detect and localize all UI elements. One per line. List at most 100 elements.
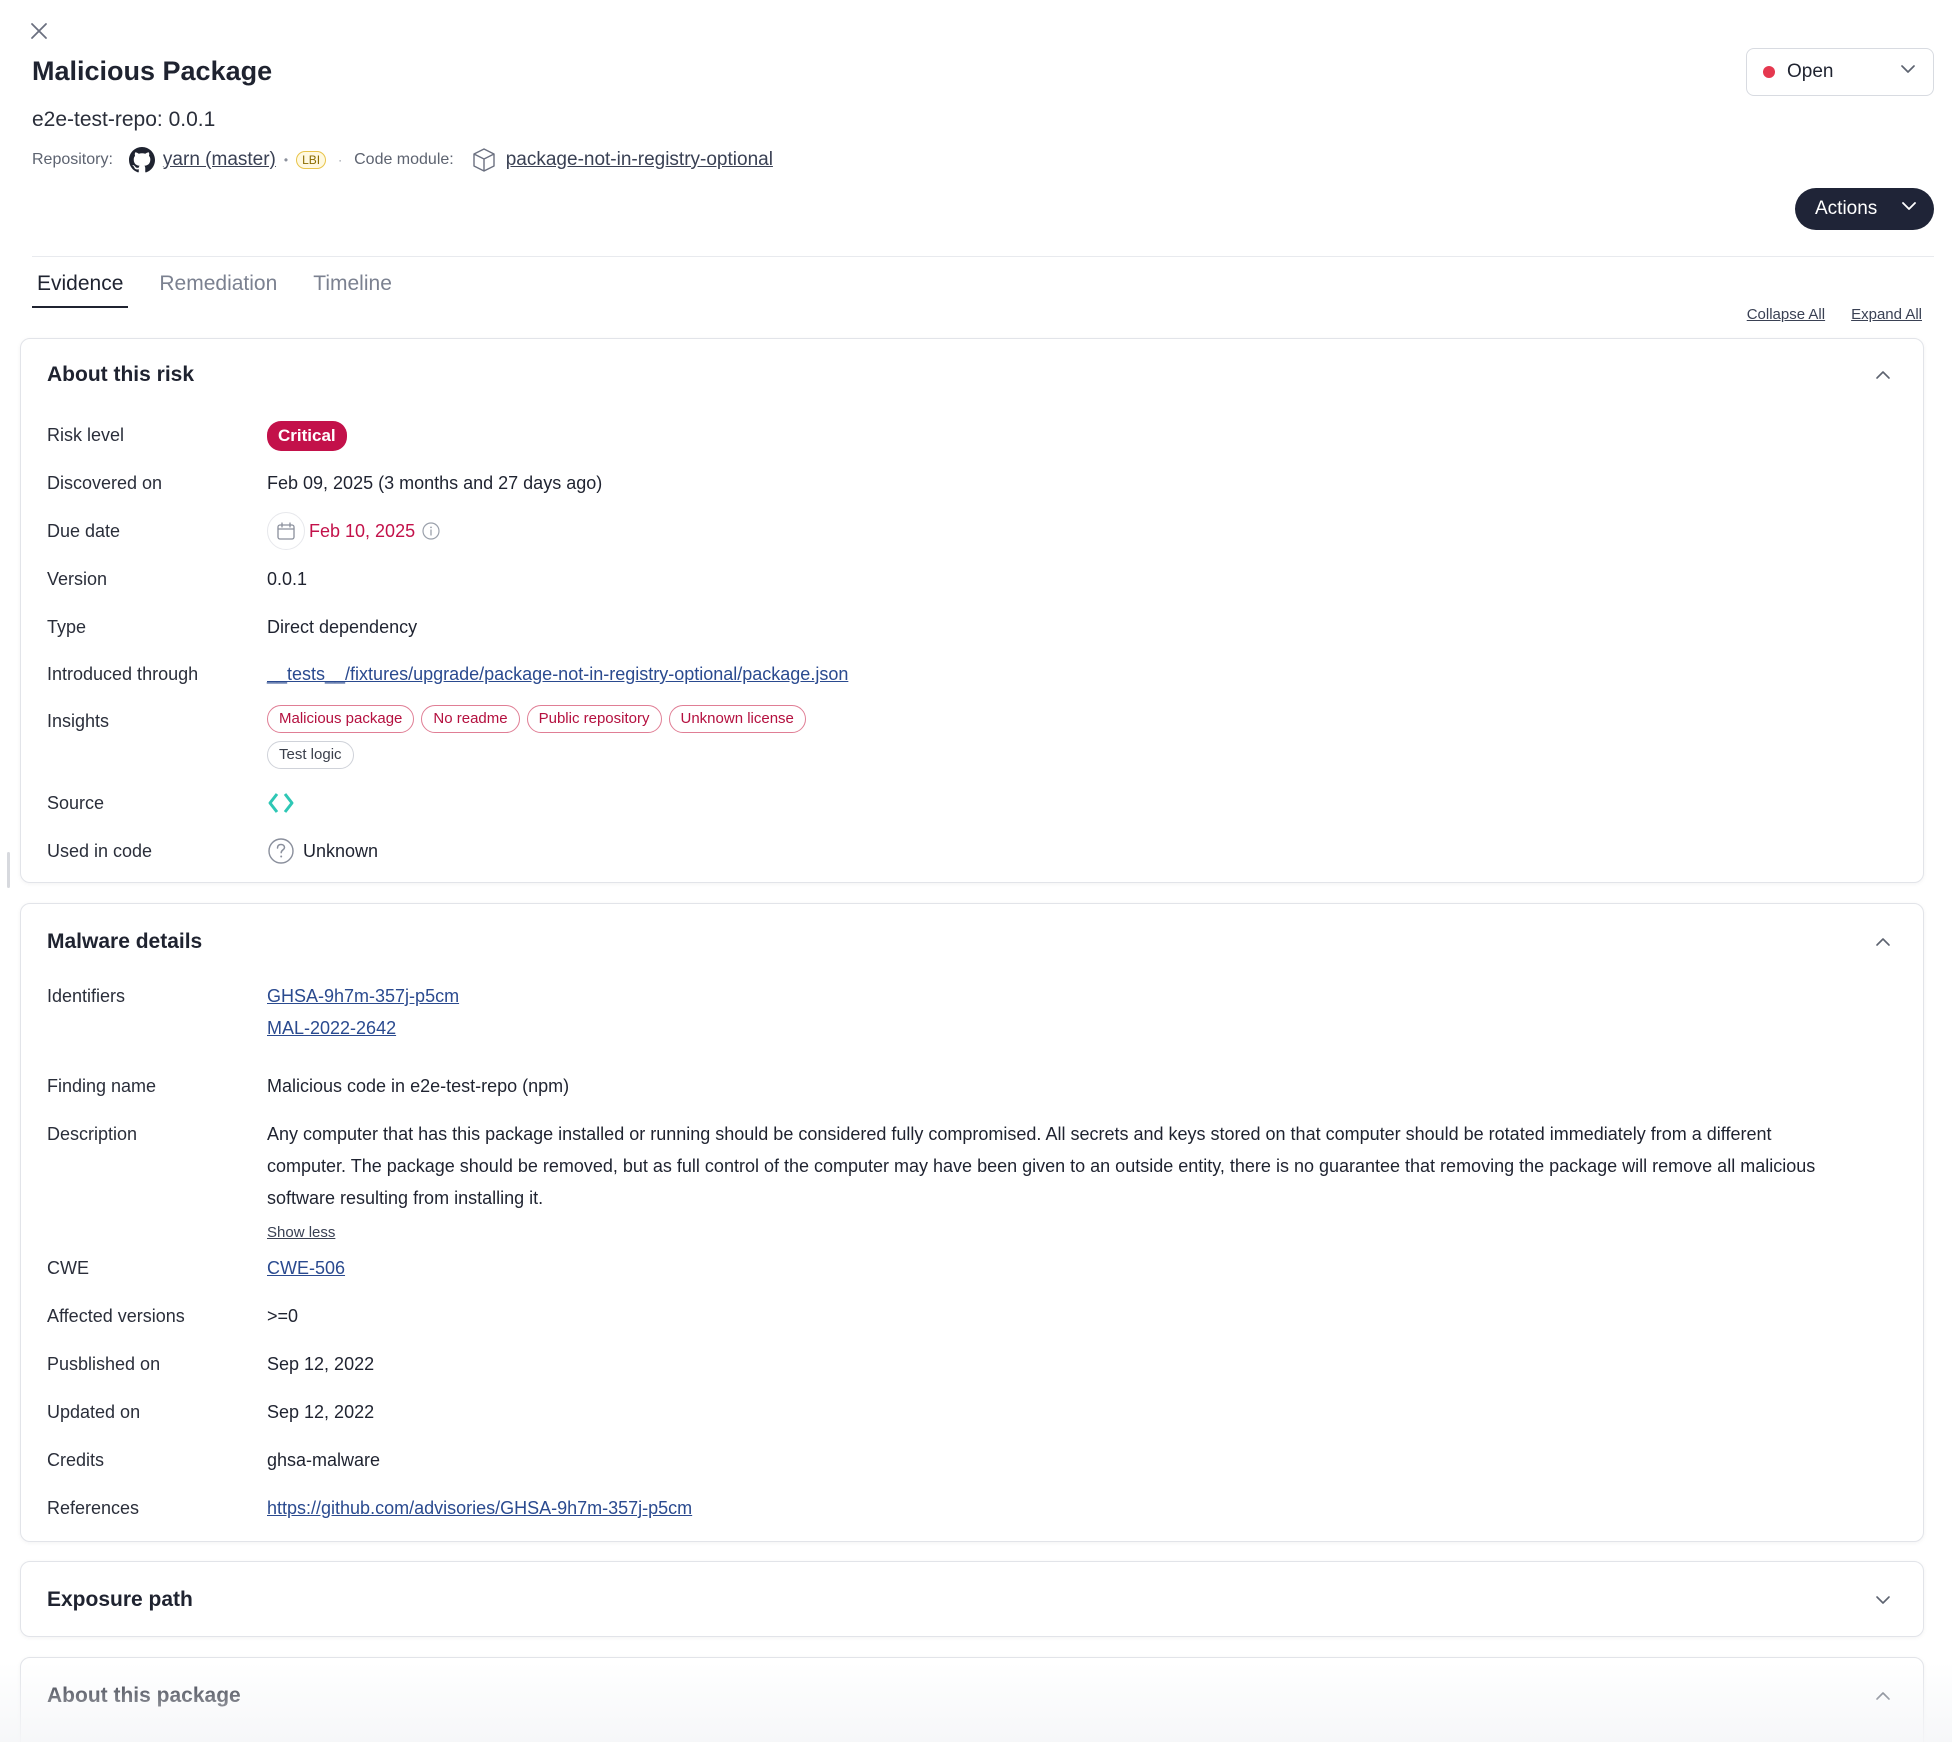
published-label: Pusblished on [47,1354,161,1374]
version-row: Version 0.0.1 [21,555,1923,603]
page-subtitle: e2e-test-repo: 0.0.1 [32,108,216,131]
credits-row: Credits ghsa-malware [21,1436,1923,1484]
repository-label: Repository: [32,151,113,168]
close-icon[interactable] [26,18,52,44]
version-label: Version [47,569,108,589]
insights-tags-line2: Test logic [267,741,1897,777]
source-label: Source [47,793,105,813]
exposure-path-title: Exposure path [47,1588,193,1611]
updated-label: Updated on [47,1402,141,1422]
used-in-code-label: Used in code [47,841,153,861]
question-circle-icon [267,837,295,865]
about-risk-header[interactable]: About this risk [21,339,1923,411]
critical-badge: Critical [267,421,347,451]
about-risk-title: About this risk [47,363,195,386]
introduced-value: __tests__/fixtures/upgrade/package-not-i… [267,658,1897,690]
due-date-text: Feb 10, 2025 [309,521,416,541]
affected-versions-row: Affected versions >=0 [21,1292,1923,1340]
status-dropdown[interactable]: Open [1746,48,1934,96]
introduced-row: Introduced through __tests__/fixtures/up… [21,651,1923,697]
risk-level-row: Risk level Critical [21,411,1923,459]
about-package-header[interactable]: About this package [21,1658,1923,1734]
code-module-label: Code module: [354,151,454,168]
type-label: Type [47,617,87,637]
show-less-link[interactable]: Show less [267,1224,335,1241]
insights-label: Insights [47,711,110,731]
version-value: 0.0.1 [267,569,308,589]
meta-row: Repository: yarn (master) • LBI · Code m… [32,146,773,174]
insights-row: Insights Malicious package No readme Publi… [21,697,1923,779]
exposure-path-card: Exposure path [20,1561,1924,1637]
page: Malicious Package e2e-test-repo: 0.0.1 R… [0,0,1952,1742]
insight-tag: Test logic [267,741,354,769]
chevron-up-icon[interactable] [1869,928,1897,956]
exposure-path-header[interactable]: Exposure path [21,1562,1923,1638]
discovered-label: Discovered on [47,473,163,493]
insight-tag: Unknown license [668,705,806,733]
chevron-down-icon [1900,197,1918,221]
description-row: Description Any computer that has this p… [21,1110,1923,1244]
credits-value: ghsa-malware [267,1450,381,1470]
identifiers-label: Identifiers [47,986,126,1006]
code-module-link[interactable]: package-not-in-registry-optional [506,149,773,171]
risk-level-label: Risk level [47,425,125,445]
identifier-link[interactable]: MAL-2022-2642 [267,1018,396,1038]
calendar-icon[interactable] [267,512,305,550]
type-row: Type Direct dependency [21,603,1923,651]
identifiers-row: Identifiers GHSA-9h7m-357j-p5cm MAL-2022… [21,980,1923,1062]
risk-level-value: Critical [267,419,1897,451]
chevron-down-icon [1899,60,1917,84]
source-icon [267,789,295,817]
insight-tag: Malicious package [267,705,415,733]
introduced-label: Introduced through [47,664,199,684]
lbi-badge: LBI [296,151,327,169]
package-icon [470,146,498,174]
expand-all-link[interactable]: Expand All [1851,306,1922,323]
about-package-title: About this package [47,1684,241,1707]
identifier-link[interactable]: GHSA-9h7m-357j-p5cm [267,986,459,1006]
cwe-value: CWE-506 [267,1252,1897,1284]
finding-name-value: Malicious code in e2e-test-repo (npm) [267,1076,570,1096]
reference-link[interactable]: https://github.com/advisories/GHSA-9h7m-… [267,1498,692,1518]
discovered-value: Feb 09, 2025 (3 months and 27 days ago) [267,473,603,493]
chevron-up-icon[interactable] [1869,1682,1897,1710]
credits-label: Credits [47,1450,105,1470]
collapse-expand-links: Collapse All Expand All [1747,306,1922,323]
identifiers-value: GHSA-9h7m-357j-p5cm MAL-2022-2642 [267,980,1897,1044]
actions-button[interactable]: Actions [1795,188,1934,230]
cwe-link[interactable]: CWE-506 [267,1258,345,1278]
source-row: Source [21,779,1923,827]
github-icon [128,147,155,173]
source-value [267,789,1897,817]
used-in-code-value: Unknown [267,835,1897,867]
malware-details-title: Malware details [47,930,203,953]
used-in-code-row: Used in code Unknown [21,827,1923,875]
side-marker [7,852,10,888]
malware-details-card: Malware details Identifiers GHSA-9h7m-35… [20,903,1924,1542]
tab-remediation[interactable]: Remediation [154,270,282,308]
updated-value: Sep 12, 2022 [267,1402,375,1422]
cwe-row: CWE CWE-506 [21,1244,1923,1292]
collapse-all-link[interactable]: Collapse All [1747,306,1825,323]
description-label: Description [47,1124,138,1144]
references-value: https://github.com/advisories/GHSA-9h7m-… [267,1492,1897,1524]
affected-versions-value: >=0 [267,1306,299,1326]
chevron-up-icon[interactable] [1869,361,1897,389]
separator-dot: · [338,153,343,167]
insights-value: Malicious package No readme Public reposit… [267,705,1897,777]
published-row: Pusblished on Sep 12, 2022 [21,1340,1923,1388]
tab-timeline[interactable]: Timeline [308,270,397,308]
due-date-value: Feb 10, 2025 [267,512,1897,550]
introduced-link[interactable]: __tests__/fixtures/upgrade/package-not-i… [267,664,848,684]
tab-evidence[interactable]: Evidence [32,270,129,308]
repository-link[interactable]: yarn (master) [163,149,276,171]
insights-tags-line1: Malicious package No readme Public reposit… [267,705,1897,741]
malware-details-header[interactable]: Malware details [21,904,1923,980]
info-icon[interactable] [421,521,441,541]
header-divider [32,256,1934,257]
published-value: Sep 12, 2022 [267,1354,375,1374]
page-title: Malicious Package [32,56,273,86]
chevron-down-icon[interactable] [1869,1586,1897,1614]
references-row: References https://github.com/advisories… [21,1484,1923,1532]
due-date-label: Due date [47,521,121,541]
